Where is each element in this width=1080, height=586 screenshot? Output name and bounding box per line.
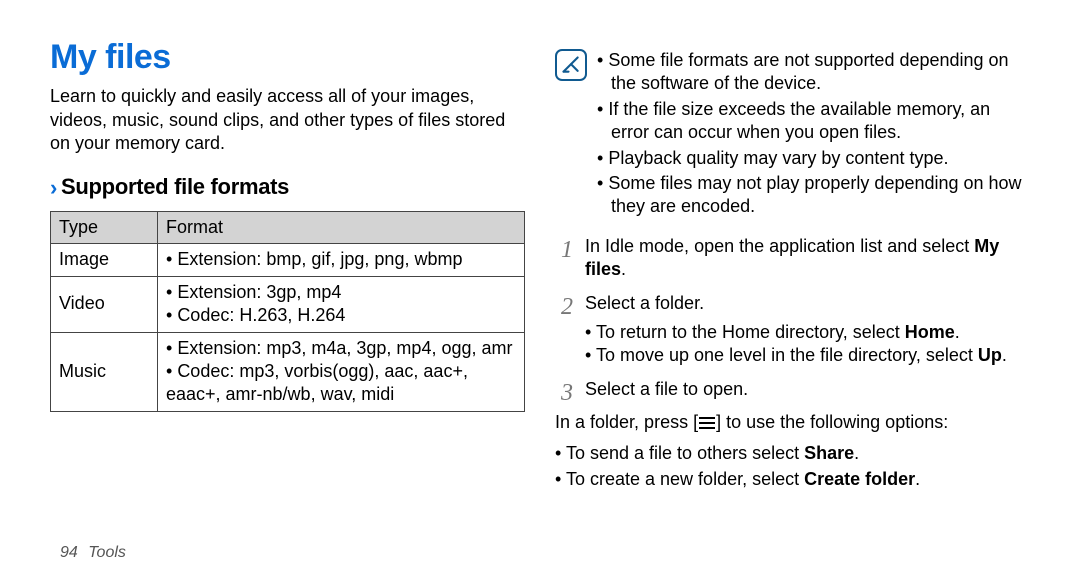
step-text: Select a folder. xyxy=(585,293,704,313)
format-item: Codec: mp3, vorbis(ogg), aac, aac+, eaac… xyxy=(166,360,516,407)
substep-text: To return to the Home directory, select xyxy=(596,322,905,342)
col-type: Type xyxy=(51,211,158,243)
press-text: In a folder, press [ xyxy=(555,412,698,432)
type-cell: Video xyxy=(51,276,158,332)
substep-bold: Up xyxy=(978,345,1002,365)
option-text: . xyxy=(915,469,920,489)
note-item: Some files may not play properly dependi… xyxy=(597,172,1030,219)
step-item: In Idle mode, open the application list … xyxy=(555,235,1030,282)
option-bold: Create folder xyxy=(804,469,915,489)
step-text: . xyxy=(621,259,626,279)
table-row: Music Extension: mp3, m4a, 3gp, mp4, ogg… xyxy=(51,332,525,411)
step-text: Select a file to open. xyxy=(585,379,748,399)
options-block: In a folder, press [ ] to use the followi… xyxy=(555,411,1030,491)
col-format: Format xyxy=(158,211,525,243)
format-cell: Extension: bmp, gif, jpg, png, wbmp xyxy=(158,244,525,276)
format-item: Extension: bmp, gif, jpg, png, wbmp xyxy=(166,248,516,271)
format-cell: Extension: 3gp, mp4 Codec: H.263, H.264 xyxy=(158,276,525,332)
type-cell: Image xyxy=(51,244,158,276)
step-item: Select a folder. To return to the Home d… xyxy=(555,292,1030,368)
right-column: Some file formats are not supported depe… xyxy=(555,35,1030,571)
format-item: Extension: mp3, m4a, 3gp, mp4, ogg, amr xyxy=(166,337,516,360)
option-item: To send a file to others select Share. xyxy=(555,442,1030,465)
option-text: To send a file to others select xyxy=(566,443,804,463)
format-item: Codec: H.263, H.264 xyxy=(166,304,516,327)
subheading-text: Supported file formats xyxy=(61,174,289,199)
press-text: ] to use the following options: xyxy=(716,412,948,432)
note-box: Some file formats are not supported depe… xyxy=(555,35,1030,221)
note-icon xyxy=(555,49,587,81)
table-row: Video Extension: 3gp, mp4 Codec: H.263, … xyxy=(51,276,525,332)
left-column: My files Learn to quickly and easily acc… xyxy=(50,35,525,571)
formats-table: Type Format Image Extension: bmp, gif, j… xyxy=(50,211,525,412)
note-item: If the file size exceeds the available m… xyxy=(597,98,1030,145)
page-footer: 94 Tools xyxy=(60,543,126,564)
menu-icon xyxy=(698,413,716,436)
substep-text: . xyxy=(1002,345,1007,365)
table-header-row: Type Format xyxy=(51,211,525,243)
option-text: . xyxy=(854,443,859,463)
option-text: To create a new folder, select xyxy=(566,469,804,489)
substep-item: To move up one level in the file directo… xyxy=(585,344,1030,367)
substep-text: To move up one level in the file directo… xyxy=(596,345,978,365)
substep-bold: Home xyxy=(905,322,955,342)
page-heading: My files xyxy=(50,35,525,79)
option-bold: Share xyxy=(804,443,854,463)
step-item: Select a file to open. xyxy=(555,378,1030,401)
table-row: Image Extension: bmp, gif, jpg, png, wbm… xyxy=(51,244,525,276)
type-cell: Music xyxy=(51,332,158,411)
subheading: ›Supported file formats xyxy=(50,173,525,203)
substep-text: . xyxy=(955,322,960,342)
section-name: Tools xyxy=(88,544,126,561)
note-item: Playback quality may vary by content typ… xyxy=(597,147,1030,170)
chevron-icon: › xyxy=(50,175,57,200)
note-item: Some file formats are not supported depe… xyxy=(597,49,1030,96)
step-text: In Idle mode, open the application list … xyxy=(585,236,974,256)
steps-list: In Idle mode, open the application list … xyxy=(555,235,1030,401)
option-item: To create a new folder, select Create fo… xyxy=(555,468,1030,491)
format-item: Extension: 3gp, mp4 xyxy=(166,281,516,304)
note-list: Some file formats are not supported depe… xyxy=(597,49,1030,221)
substep-item: To return to the Home directory, select … xyxy=(585,321,1030,344)
intro-text: Learn to quickly and easily access all o… xyxy=(50,85,525,155)
format-cell: Extension: mp3, m4a, 3gp, mp4, ogg, amr … xyxy=(158,332,525,411)
page-number: 94 xyxy=(60,544,78,561)
